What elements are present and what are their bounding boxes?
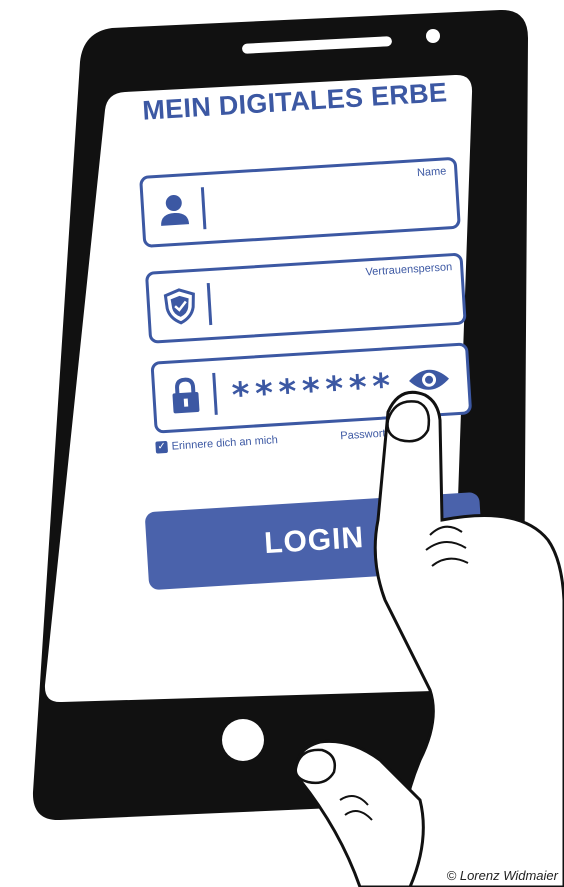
image-credit: © Lorenz Widmaier <box>446 868 558 883</box>
hand-illustration <box>294 390 564 887</box>
illustration: MEIN DIGITALES ERBE Name Vertrauensperso… <box>0 0 564 887</box>
thumb-nail <box>294 748 336 785</box>
fingernail <box>386 400 431 443</box>
